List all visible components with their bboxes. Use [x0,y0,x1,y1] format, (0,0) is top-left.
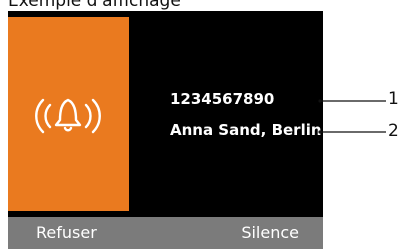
callout-label-2: 2 [388,121,399,141]
callout-lines [318,99,386,134]
callout-label-1: 1 [388,89,399,109]
